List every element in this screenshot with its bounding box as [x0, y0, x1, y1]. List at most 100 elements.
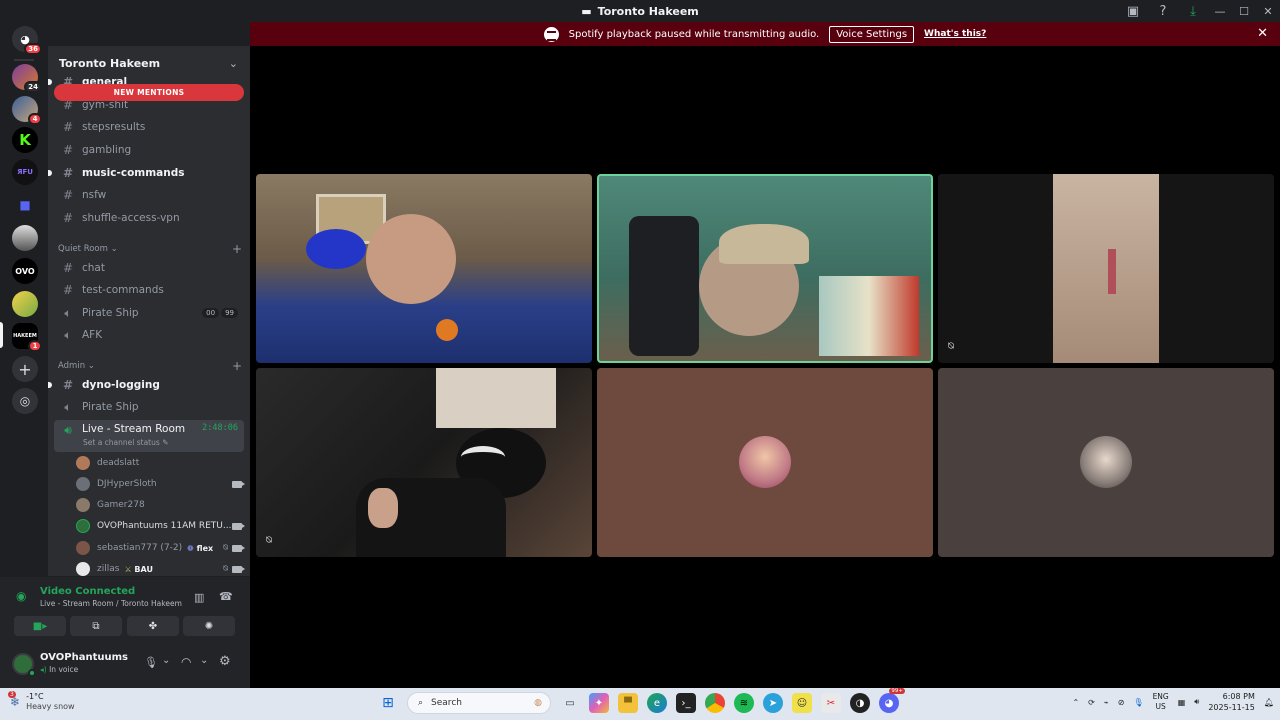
- video-tile[interactable]: ⍉: [938, 174, 1274, 363]
- server-icon[interactable]: 4: [12, 96, 42, 125]
- microphone-tray-icon[interactable]: 🎙︎: [1133, 698, 1143, 707]
- channel-dyno-logging[interactable]: # dyno-logging: [48, 375, 244, 395]
- taskbar-search[interactable]: ⌕ Search ◍: [407, 692, 551, 714]
- close-notice-icon[interactable]: ✕: [1257, 26, 1268, 41]
- terminal-icon[interactable]: ›_: [676, 693, 696, 713]
- download-icon[interactable]: ⤓: [1178, 0, 1208, 22]
- camera-toggle-button[interactable]: ■▸: [14, 616, 66, 636]
- minimize-button[interactable]: —: [1208, 0, 1232, 22]
- copilot-icon[interactable]: ✦: [589, 693, 609, 713]
- discord-icon[interactable]: ◕ 99+: [879, 688, 905, 713]
- avatar-tile[interactable]: [938, 368, 1274, 557]
- microphone-icon[interactable]: 🎙︎: [144, 656, 158, 669]
- add-server-icon[interactable]: +: [12, 356, 38, 382]
- server-icon[interactable]: ЯFU: [12, 159, 38, 185]
- channel-shuffle-access-vpn[interactable]: # shuffle-access-vpn: [54, 208, 244, 228]
- obs-icon[interactable]: ◑: [850, 693, 870, 713]
- signal-icon[interactable]: ◉: [16, 589, 26, 603]
- voice-connection-panel: ◉ Video Connected Live - Stream Room / T…: [0, 576, 250, 640]
- disconnect-icon[interactable]: ☎: [219, 590, 233, 603]
- voice-user[interactable]: OVOPhantuums 11AM RETU...: [76, 516, 245, 536]
- headphones-icon[interactable]: ◠: [181, 655, 191, 669]
- water-bottle: [306, 229, 366, 269]
- new-mentions-banner[interactable]: NEW MENTIONS: [54, 84, 244, 101]
- voice-channel-afk[interactable]: 🔈︎ AFK: [54, 325, 244, 345]
- server-icon[interactable]: [12, 291, 38, 317]
- network-icon[interactable]: ⌁: [1104, 698, 1109, 707]
- maximize-button[interactable]: ☐: [1232, 0, 1256, 22]
- system-tray: ⌃ ⟳ ⌁ ⊘ 🎙︎ ENG US ▦ 🔊︎ 6:08 PM 2025-11-1…: [1072, 691, 1274, 713]
- activities-button[interactable]: ✤: [127, 616, 179, 636]
- task-view-icon[interactable]: ▭: [560, 693, 580, 713]
- screen-share-button[interactable]: ⧉: [70, 616, 122, 636]
- channel-test-commands[interactable]: # test-commands: [54, 280, 244, 300]
- telegram-icon[interactable]: ➤: [763, 693, 783, 713]
- voice-settings-button[interactable]: Voice Settings: [829, 25, 915, 43]
- chevron-down-icon[interactable]: ⌄: [200, 655, 208, 666]
- noise-suppression-icon[interactable]: ▥: [194, 591, 204, 604]
- inbox-icon[interactable]: ▣: [1118, 0, 1148, 22]
- app-icon[interactable]: ☺: [792, 693, 812, 713]
- close-window-button[interactable]: ✕: [1256, 0, 1280, 22]
- discover-icon[interactable]: ◎: [12, 388, 38, 414]
- chevron-up-icon[interactable]: ⌃: [1072, 698, 1079, 707]
- category-admin[interactable]: Admin ⌄ +: [58, 359, 242, 373]
- muted-mic-icon: ⍉: [948, 341, 954, 352]
- hashtag-icon: #: [62, 378, 74, 392]
- channel-gambling[interactable]: # gambling: [54, 140, 244, 160]
- volume-icon[interactable]: 🔊︎: [1194, 697, 1199, 707]
- video-tile-speaking[interactable]: [597, 174, 933, 363]
- clock[interactable]: 6:08 PM 2025-11-15: [1208, 691, 1255, 713]
- voice-user[interactable]: zillas ⚔ BAU ⍉: [76, 559, 245, 576]
- wifi-icon[interactable]: ▦: [1178, 698, 1186, 707]
- windows-start-icon[interactable]: ⊞: [378, 693, 398, 713]
- folder-icon[interactable]: ■: [12, 192, 38, 218]
- channel-nsfw[interactable]: # nsfw: [54, 185, 244, 205]
- language-indicator[interactable]: ENG US: [1153, 692, 1169, 712]
- voice-status-subtitle[interactable]: Live - Stream Room / Toronto Hakeem: [40, 599, 182, 608]
- help-icon[interactable]: ?: [1148, 0, 1178, 22]
- voice-channel-pirate-ship-admin[interactable]: 🔈︎ Pirate Ship: [54, 397, 244, 417]
- server-icon[interactable]: 24: [12, 64, 42, 93]
- video-tile[interactable]: ⍉: [256, 368, 592, 557]
- notification-icon[interactable]: 🔔︎: [1264, 698, 1274, 707]
- direct-messages-button[interactable]: ◕ 36: [12, 26, 42, 55]
- snipping-tool-icon[interactable]: ✂: [821, 693, 841, 713]
- channel-music-commands[interactable]: # music-commands: [48, 163, 244, 183]
- kick-server-icon[interactable]: K: [12, 127, 38, 153]
- add-channel-icon[interactable]: +: [232, 359, 242, 373]
- avatar-tile[interactable]: [597, 368, 933, 557]
- sync-icon[interactable]: ⟳: [1088, 698, 1095, 707]
- settings-gear-icon[interactable]: ⚙: [219, 654, 231, 669]
- username[interactable]: OVOPhantuums: [40, 652, 128, 663]
- soundboard-button[interactable]: ✺: [183, 616, 235, 636]
- server-badge: 1: [28, 340, 42, 352]
- online-status-dot: [28, 669, 36, 677]
- ovo-server-icon[interactable]: OVO: [12, 258, 38, 284]
- file-explorer-icon[interactable]: ▀: [618, 693, 638, 713]
- category-quiet-room[interactable]: Quiet Room ⌄ +: [58, 242, 242, 256]
- spotify-icon[interactable]: ≋: [734, 693, 754, 713]
- voice-user[interactable]: sebastian777 (7-2) ❁ flex ⍉: [76, 538, 245, 558]
- voice-channel-live-stream-room[interactable]: 🔊︎ Live - Stream Room 2:48:06 Set a chan…: [54, 420, 244, 452]
- discord-app: ▬ Toronto Hakeem ▣ ? ⤓ — ☐ ✕ Spotify pla…: [0, 0, 1280, 720]
- add-channel-icon[interactable]: +: [232, 242, 242, 256]
- voice-user[interactable]: deadslatt: [76, 453, 242, 473]
- channel-chat[interactable]: # chat: [54, 258, 244, 278]
- window-title: Toronto Hakeem: [597, 4, 699, 18]
- voice-channel-pirate-ship[interactable]: 🔈︎ Pirate Ship 00 99: [54, 303, 244, 323]
- weather-widget[interactable]: ❄ 3 -1°C Heavy snow: [8, 691, 75, 712]
- server-icon[interactable]: [12, 225, 38, 251]
- channel-stepsresults[interactable]: # stepsresults: [54, 117, 244, 137]
- chevron-down-icon[interactable]: ⌄: [162, 655, 170, 666]
- video-tile[interactable]: [256, 174, 592, 363]
- edge-icon[interactable]: e: [647, 693, 667, 713]
- chrome-icon[interactable]: [705, 693, 725, 713]
- voice-user[interactable]: DJHyperSloth: [76, 474, 245, 494]
- voice-user[interactable]: Gamer278: [76, 495, 242, 515]
- whats-this-link[interactable]: What's this?: [924, 29, 986, 39]
- set-channel-status[interactable]: Set a channel status ✎: [83, 438, 168, 447]
- voice-status-title[interactable]: Video Connected: [40, 586, 135, 597]
- tray-app-icon[interactable]: ⊘: [1118, 698, 1125, 707]
- toronto-hakeem-server-icon[interactable]: HAKEEM 1: [12, 323, 42, 352]
